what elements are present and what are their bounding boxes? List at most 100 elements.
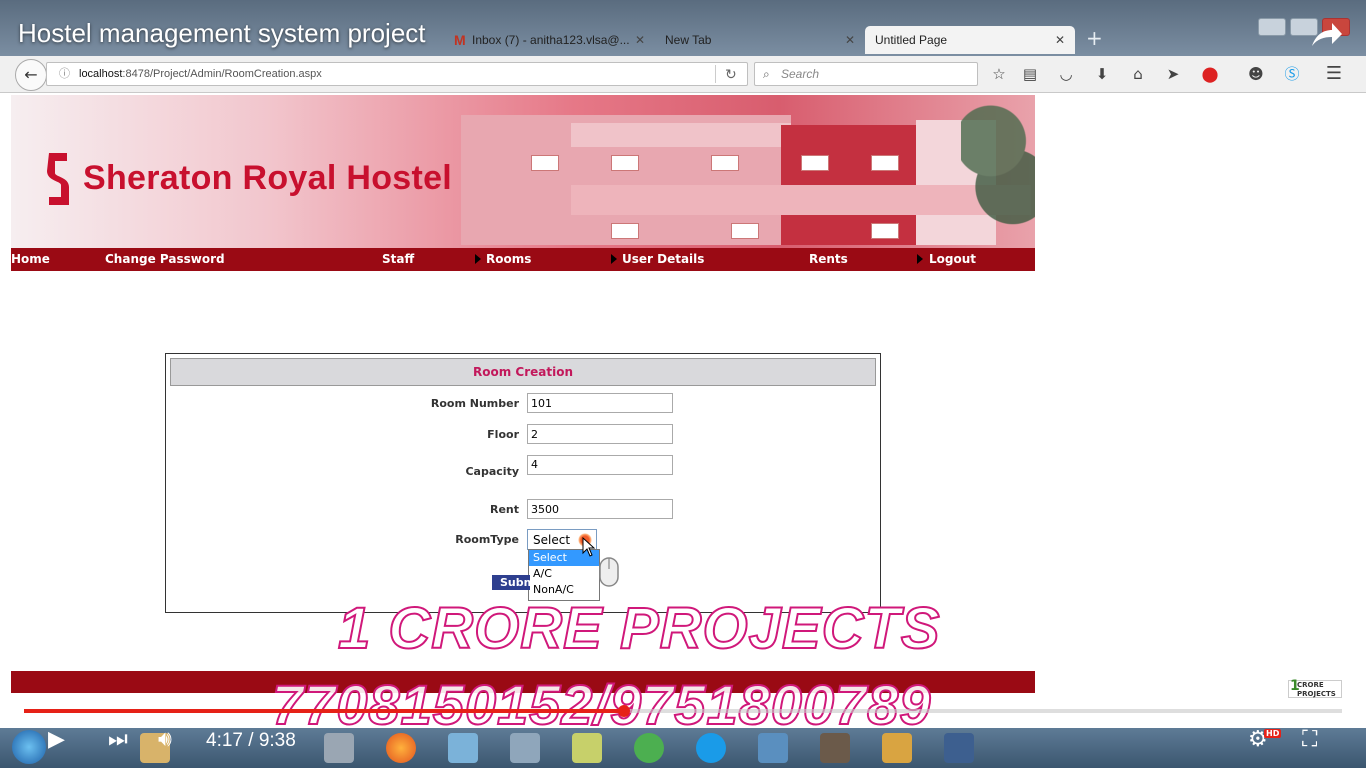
video-progress-fill [24,709,624,713]
banner-window [801,155,829,171]
room-number-label: Room Number [430,397,519,410]
menu-home[interactable]: Home [11,252,50,266]
menu-hamburger-icon[interactable]: ☰ [1324,64,1344,84]
send-icon[interactable]: ➤ [1163,64,1183,84]
room-creation-form: Room Creation [165,353,881,613]
brand-logo-mark-icon: 1 [1290,678,1300,694]
floor-input[interactable]: 2 [527,424,673,444]
room-number-input[interactable]: 101 [527,393,673,413]
tab-untitled-page[interactable]: Untitled Page ✕ [865,26,1075,54]
rent-label: Rent [489,503,519,516]
tab-label: Inbox (7) - anitha123.vlsa@... [472,33,630,47]
new-tab-plus-icon[interactable]: + [1086,26,1103,50]
banner-window [611,223,639,239]
watermark-company: 1 CRORE PROJECTS [337,595,941,662]
rent-input[interactable]: 3500 [527,499,673,519]
roomtype-selected-value: Select [533,533,571,547]
utorrent-taskbar-icon[interactable] [634,733,664,763]
skype-icon[interactable]: Ⓢ [1282,64,1302,84]
brand-logo: 1 CRORE PROJECTS [1288,678,1342,698]
banner-window [731,223,759,239]
video-scrubber-handle[interactable] [618,705,630,717]
video-time: 4:17 / 9:38 [206,730,296,751]
hostel-logo-icon [47,153,69,205]
menu-staff[interactable]: Staff [382,252,414,266]
back-arrow-icon: ← [24,65,38,84]
skype-taskbar-icon[interactable] [696,733,726,763]
banner-window [531,155,559,171]
menu-change-password[interactable]: Change Password [105,252,225,266]
roomtype-label: RoomType [455,533,519,546]
close-tab-icon[interactable]: ✕ [635,26,645,54]
capacity-input[interactable]: 4 [527,455,673,475]
app-taskbar-icon[interactable] [882,733,912,763]
menu-rents[interactable]: Rents [809,252,848,266]
adblock-icon[interactable]: ⬤ [1200,64,1220,84]
search-placeholder: Search [781,67,820,81]
submenu-arrow-icon [611,254,617,264]
mouse-cursor-icon [582,537,596,557]
exit-fullscreen-icon[interactable]: ⛶ [1302,727,1317,752]
floor-label: Floor [487,428,519,441]
banner-window [871,155,899,171]
submenu-arrow-icon [475,254,481,264]
reading-list-icon[interactable]: ▤ [1020,64,1040,84]
gmail-icon: M [454,32,466,48]
menu-logout[interactable]: Logout [929,252,976,266]
minimize-button[interactable] [1258,18,1286,36]
app-taskbar-icon[interactable] [510,733,540,763]
share-icon[interactable] [1308,20,1344,50]
hostel-name: Sheraton Royal Hostel [83,159,453,197]
tool-taskbar-icon[interactable] [324,733,354,763]
url-text: localhost:8478/Project/Admin/RoomCreatio… [79,63,322,85]
form-title: Room Creation [170,358,876,386]
play-icon[interactable]: ▶ [48,727,65,752]
url-host: localhost [79,68,123,80]
bookmark-star-icon[interactable]: ☆ [989,64,1009,84]
main-menu: Home Change Password Staff Rooms User De… [11,248,1035,271]
home-icon[interactable]: ⌂ [1128,64,1148,84]
roomtype-option-ac[interactable]: A/C [529,566,599,582]
menu-rooms[interactable]: Rooms [486,252,531,266]
tab-label: New Tab [665,33,712,47]
url-divider [715,65,716,83]
tab-new-tab[interactable]: New Tab ✕ [655,26,865,54]
search-icon: ⌕ [763,67,770,81]
banner-window [711,155,739,171]
submenu-arrow-icon [917,254,923,264]
app-taskbar-icon[interactable] [448,733,478,763]
pocket-icon[interactable]: ◡ [1056,64,1076,84]
site-banner: Sheraton Royal Hostel [11,95,1035,248]
start-button-icon[interactable] [12,730,46,764]
app-taskbar-icon[interactable] [758,733,788,763]
mouse-click-indicator-icon [599,557,619,587]
windows-taskbar [0,728,1366,768]
banner-window [871,223,899,239]
banner-roof [571,123,791,147]
tab-label: Untitled Page [875,33,948,47]
close-tab-icon[interactable]: ✕ [1055,26,1065,54]
banner-trees [961,95,1035,248]
back-button[interactable]: ← [15,59,47,91]
banner-window [611,155,639,171]
url-path: :8478/Project/Admin/RoomCreation.aspx [122,68,322,80]
app-taskbar-icon[interactable] [944,733,974,763]
brand-logo-text-2: PROJECTS [1297,690,1336,698]
info-icon: ⓘ [59,68,70,80]
app-taskbar-icon[interactable] [820,733,850,763]
search-input[interactable]: ⌕ Search [754,62,978,86]
firefox-taskbar-icon[interactable] [386,733,416,763]
url-bar[interactable]: ⓘ localhost:8478/Project/Admin/RoomCreat… [46,62,748,86]
close-tab-icon[interactable]: ✕ [845,26,855,54]
tab-inbox[interactable]: M Inbox (7) - anitha123.vlsa@... ✕ [450,26,655,54]
menu-user-details[interactable]: User Details [622,252,704,266]
reload-icon[interactable]: ↻ [725,63,737,85]
hd-badge: HD [1264,729,1282,738]
brand-logo-text-1: CRORE [1297,681,1324,689]
submit-button[interactable]: Submit [492,575,530,590]
chat-icon[interactable]: ☻ [1246,64,1266,84]
app-taskbar-icon[interactable] [572,733,602,763]
volume-icon[interactable]: 🔊︎ [158,727,172,752]
next-icon[interactable]: ⏭ [108,727,128,752]
download-icon[interactable]: ⬇ [1092,64,1112,84]
